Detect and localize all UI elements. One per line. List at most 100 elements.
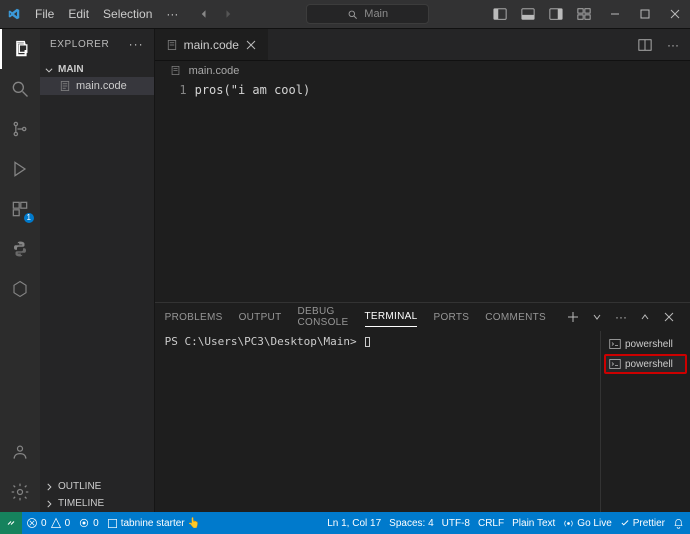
terminal-list: powershell powershell (600, 331, 690, 512)
status-encoding[interactable]: UTF-8 (442, 518, 470, 529)
explorer-sidebar: EXPLORER ··· MAIN main.code OUTLINE T (40, 29, 155, 512)
menu-more[interactable]: ··· (159, 0, 185, 28)
radio-icon (78, 517, 90, 529)
status-spaces[interactable]: Spaces: 4 (389, 518, 433, 529)
activity-accounts[interactable] (0, 432, 40, 472)
timeline-section[interactable]: TIMELINE (40, 495, 154, 512)
chevron-right-icon (44, 499, 54, 509)
code-line: pros("i am cool) (195, 81, 311, 97)
window-minimize-button[interactable] (600, 0, 630, 28)
explorer-more-icon[interactable]: ··· (129, 37, 144, 51)
editor-group: main.code ··· main.code 1 pros("i am coo… (155, 29, 690, 512)
menu-selection[interactable]: Selection (96, 0, 159, 28)
status-eol[interactable]: CRLF (478, 518, 504, 529)
activity-settings[interactable] (0, 472, 40, 512)
editor-tab-label: main.code (184, 38, 239, 52)
activity-explorer[interactable] (0, 29, 40, 69)
text-editor[interactable]: 1 pros("i am cool) (155, 81, 690, 302)
error-icon (26, 517, 38, 529)
title-bar: File Edit Selection ··· Main (0, 0, 690, 28)
terminal-dropdown-icon[interactable] (586, 306, 608, 328)
status-problems[interactable]: 0 0 (26, 517, 70, 529)
layout-sidebar-right-icon[interactable] (544, 0, 568, 28)
panel-tab-comments[interactable]: COMMENTS (485, 308, 546, 327)
layout-panel-icon[interactable] (516, 0, 540, 28)
activity-python[interactable] (0, 229, 40, 269)
terminal-entry-label: powershell (625, 339, 673, 350)
file-item-main[interactable]: main.code (40, 77, 154, 95)
menu-edit[interactable]: Edit (61, 0, 96, 28)
terminal-entry-1[interactable]: powershell (604, 334, 687, 354)
activity-extensions[interactable]: 1 (0, 189, 40, 229)
file-lines-icon (169, 64, 183, 78)
command-center-label: Main (364, 8, 388, 20)
window-close-button[interactable] (660, 0, 690, 28)
status-tabnine[interactable]: tabnine starter 👆 (107, 518, 200, 529)
chevron-right-icon (44, 482, 54, 492)
window-maximize-button[interactable] (630, 0, 660, 28)
status-ports[interactable]: 0 (78, 517, 99, 529)
panel-tab-output[interactable]: OUTPUT (239, 308, 282, 327)
activity-bar: 1 (0, 29, 40, 512)
activity-source-control[interactable] (0, 109, 40, 149)
broadcast-icon (563, 518, 574, 529)
terminal-cursor (365, 337, 370, 347)
panel-tab-debug[interactable]: DEBUG CONSOLE (298, 302, 349, 332)
command-center[interactable]: Main (306, 4, 429, 24)
menu-bar: File Edit Selection ··· (28, 0, 185, 28)
menu-file[interactable]: File (28, 0, 61, 28)
layout-sidebar-left-icon[interactable] (488, 0, 512, 28)
activity-run[interactable] (0, 149, 40, 189)
panel-close-icon[interactable] (658, 306, 680, 328)
breadcrumb[interactable]: main.code (155, 61, 690, 81)
file-lines-icon (165, 38, 179, 52)
outline-section[interactable]: OUTLINE (40, 478, 154, 495)
tab-close-icon[interactable] (244, 38, 258, 52)
new-terminal-icon[interactable] (562, 306, 584, 328)
nav-back-icon[interactable] (193, 0, 215, 28)
check-icon (620, 518, 630, 528)
editor-more-icon[interactable]: ··· (660, 31, 686, 59)
status-bar: 0 0 0 tabnine starter 👆 Ln 1, Col 17 Spa… (0, 512, 690, 534)
search-icon (347, 9, 358, 20)
folder-header[interactable]: MAIN (40, 62, 154, 77)
panel-tab-problems[interactable]: PROBLEMS (165, 308, 223, 327)
status-language[interactable]: Plain Text (512, 518, 555, 529)
terminal-entry-label: powershell (625, 359, 673, 370)
explorer-title: EXPLORER (50, 39, 109, 50)
terminal-icon (609, 358, 621, 370)
status-notifications[interactable] (673, 518, 684, 529)
editor-tab-main[interactable]: main.code (155, 29, 269, 60)
timeline-label: TIMELINE (58, 498, 104, 509)
terminal-view[interactable]: PS C:\Users\PC3\Desktop\Main> (155, 331, 600, 512)
panel-tab-terminal[interactable]: TERMINAL (365, 307, 418, 327)
terminal-icon (609, 338, 621, 350)
file-label: main.code (76, 80, 127, 92)
remote-button[interactable] (0, 512, 22, 534)
warning-icon (50, 517, 62, 529)
line-number: 1 (155, 83, 187, 97)
status-golive[interactable]: Go Live (563, 518, 611, 529)
panel-tab-ports[interactable]: PORTS (433, 308, 469, 327)
file-lines-icon (58, 79, 72, 93)
breadcrumb-label: main.code (189, 65, 240, 77)
panel-maximize-icon[interactable] (634, 306, 656, 328)
activity-hex[interactable] (0, 269, 40, 309)
terminal-prompt: PS C:\Users\PC3\Desktop\Main> (165, 335, 357, 348)
chevron-down-icon (44, 65, 54, 75)
activity-search[interactable] (0, 69, 40, 109)
tabnine-emoji-icon: 👆 (188, 518, 200, 529)
customize-layout-icon[interactable] (572, 0, 596, 28)
status-line-col[interactable]: Ln 1, Col 17 (327, 518, 381, 529)
panel-more-icon[interactable]: ··· (610, 306, 632, 328)
tabnine-icon (107, 518, 118, 529)
split-editor-icon[interactable] (632, 31, 658, 59)
terminal-entry-2[interactable]: powershell (604, 354, 687, 374)
app-logo (0, 7, 28, 21)
nav-forward-icon[interactable] (217, 0, 239, 28)
bell-icon (673, 518, 684, 529)
folder-name: MAIN (58, 64, 84, 75)
outline-label: OUTLINE (58, 481, 101, 492)
bottom-panel: PROBLEMS OUTPUT DEBUG CONSOLE TERMINAL P… (155, 302, 690, 512)
status-prettier[interactable]: Prettier (620, 518, 665, 529)
